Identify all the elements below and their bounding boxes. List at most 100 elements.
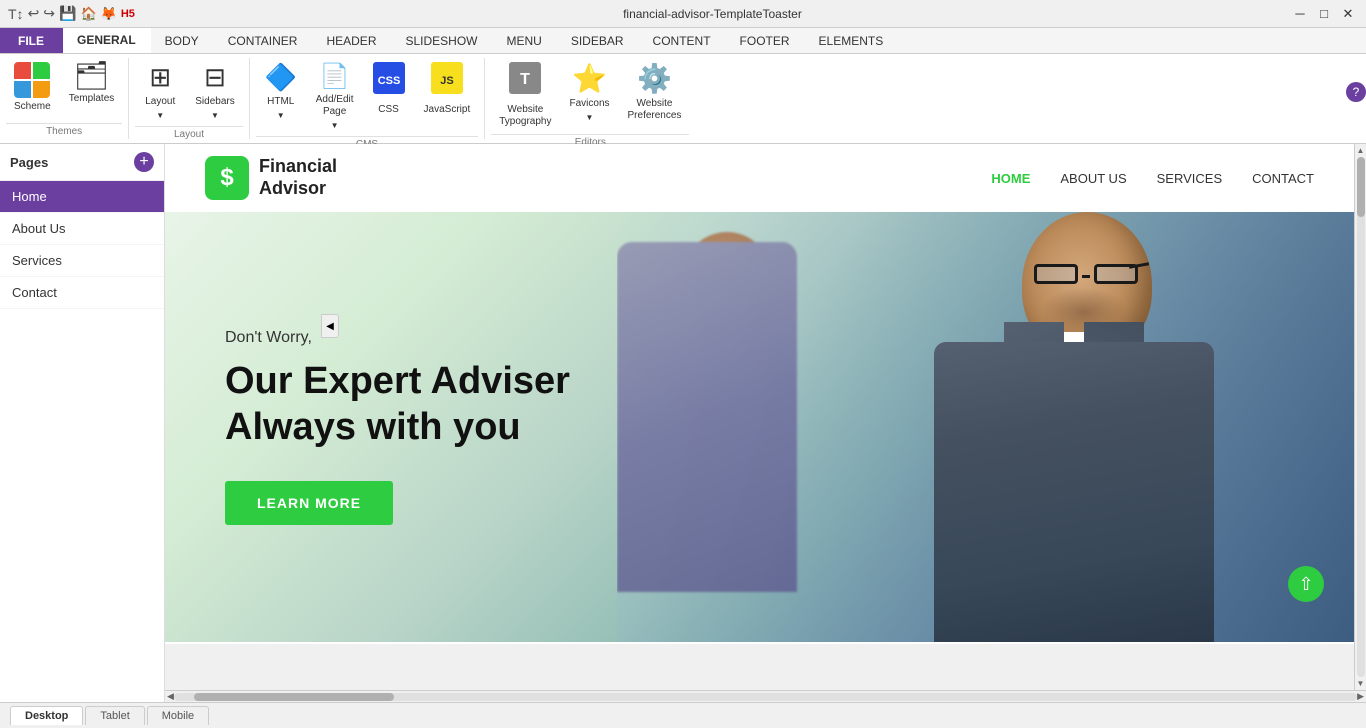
scroll-right-arrow[interactable]: ▶	[1357, 691, 1364, 702]
layout-icon: ⊞	[149, 62, 171, 93]
p1-bridge	[1082, 275, 1090, 278]
svg-text:T: T	[520, 71, 530, 88]
canvas-inner: $ FinancialAdvisor HOME ABOUT US SERVICE…	[165, 144, 1366, 690]
hero-title: Our Expert AdviserAlways with you	[225, 359, 570, 450]
js-label: JavaScript	[424, 104, 471, 116]
scheme-q4	[33, 81, 50, 98]
preferences-label: Website Preferences	[628, 98, 682, 122]
sidebar-title: Pages	[10, 155, 48, 170]
themes-group-label: Themes	[6, 123, 122, 139]
scheme-label: Scheme	[14, 101, 51, 113]
canvas-scroll[interactable]: $ FinancialAdvisor HOME ABOUT US SERVICE…	[165, 144, 1354, 690]
tab-header[interactable]: HEADER	[312, 28, 391, 53]
layout-button[interactable]: ⊞ Layout ▼	[135, 58, 185, 124]
sidebar-item-contact[interactable]: Contact	[0, 277, 164, 309]
vertical-scrollbar[interactable]: ▲ ▼	[1354, 144, 1366, 690]
layout-items: ⊞ Layout ▼ ⊟ Sidebars ▼	[135, 58, 242, 124]
close-btn[interactable]: ✕	[1338, 4, 1358, 24]
sidebars-label: Sidebars	[195, 96, 234, 108]
firefox-icon: 🦊	[101, 6, 117, 22]
add-edit-arrow: ▼	[331, 121, 339, 130]
bottom-bar: Desktop Tablet Mobile	[0, 702, 1366, 728]
p2-body	[617, 242, 797, 592]
css-label: CSS	[378, 104, 399, 116]
templates-label: Templates	[69, 93, 115, 105]
sidebar-item-services[interactable]: Services	[0, 245, 164, 277]
site-nav: HOME ABOUT US SERVICES CONTACT	[991, 171, 1314, 186]
scheme-q1	[14, 62, 31, 79]
collapse-sidebar-button[interactable]: ◀	[321, 314, 339, 338]
nav-item-home[interactable]: HOME	[991, 171, 1030, 186]
cms-items: 🔷 HTML ▼ 📄 Add/Edit Page ▼ CSS CSS	[256, 58, 479, 134]
tab-body[interactable]: BODY	[151, 28, 214, 53]
tab-footer[interactable]: FOOTER	[726, 28, 805, 53]
scroll-down-arrow[interactable]: ▼	[1357, 679, 1365, 688]
typography-button[interactable]: T Website Typography	[491, 58, 559, 132]
sidebar-item-about[interactable]: About Us	[0, 213, 164, 245]
view-tab-tablet[interactable]: Tablet	[85, 706, 144, 725]
title-bar: T↕ ↩ ↪ 💾 🏠 🦊 H5 financial-advisor-Templa…	[0, 0, 1366, 28]
tab-content[interactable]: CONTENT	[639, 28, 726, 53]
javascript-button[interactable]: JS JavaScript	[416, 58, 479, 120]
horizontal-scrollbar[interactable]: ◀ ▶	[165, 690, 1366, 702]
typography-icon: T	[509, 62, 541, 101]
p1-lens-left	[1034, 264, 1078, 284]
site-logo: $ FinancialAdvisor	[205, 156, 337, 200]
main-area: Pages + Home About Us Services Contact ◀…	[0, 144, 1366, 702]
scroll-up-arrow[interactable]: ▲	[1357, 146, 1365, 155]
tab-sidebar[interactable]: SIDEBAR	[557, 28, 639, 53]
add-edit-page-button[interactable]: 📄 Add/Edit Page ▼	[308, 58, 362, 134]
favicons-arrow: ▼	[586, 113, 594, 122]
svg-text:JS: JS	[440, 75, 453, 87]
h-scroll-track[interactable]	[174, 693, 1357, 701]
add-page-button[interactable]: +	[134, 152, 154, 172]
scroll-thumb[interactable]	[1357, 157, 1365, 217]
scheme-q2	[33, 62, 50, 79]
nav-item-contact[interactable]: CONTACT	[1252, 171, 1314, 186]
sidebars-icon: ⊟	[204, 62, 226, 93]
redo-btn[interactable]: ↪	[43, 5, 55, 22]
sidebar-header: Pages +	[0, 144, 164, 181]
scheme-button[interactable]: Scheme	[6, 58, 59, 117]
scroll-to-top-button[interactable]: ⇧	[1288, 566, 1324, 602]
hero-section: Don't Worry, Our Expert AdviserAlways wi…	[165, 212, 1354, 642]
tab-general[interactable]: GENERAL	[63, 28, 151, 53]
minimize-btn[interactable]: ─	[1290, 4, 1310, 24]
html-button[interactable]: 🔷 HTML ▼	[256, 58, 306, 124]
js-icon: JS	[431, 62, 463, 101]
scroll-left-arrow[interactable]: ◀	[167, 691, 174, 702]
nav-item-about[interactable]: ABOUT US	[1060, 171, 1126, 186]
tab-elements[interactable]: ELEMENTS	[805, 28, 899, 53]
templates-button[interactable]: 🗂 Templates	[61, 58, 123, 109]
home-btn[interactable]: 🏠	[80, 6, 96, 22]
sidebars-button[interactable]: ⊟ Sidebars ▼	[187, 58, 242, 124]
view-tab-desktop[interactable]: Desktop	[10, 706, 83, 725]
save-btn[interactable]: 💾	[59, 5, 76, 22]
tab-container[interactable]: CONTAINER	[214, 28, 313, 53]
undo-btn[interactable]: ↩	[28, 5, 40, 22]
scheme-q3	[14, 81, 31, 98]
scheme-icon	[14, 62, 50, 98]
ribbon-toolbar: Scheme 🗂 Templates Themes ⊞ Layout ▼ ⊟ S…	[0, 54, 1366, 144]
tab-file[interactable]: FILE	[0, 28, 63, 53]
ribbon-tabs: FILE GENERAL BODY CONTAINER HEADER SLIDE…	[0, 28, 1366, 54]
scroll-track[interactable]	[1357, 157, 1365, 677]
editors-group: T Website Typography ⭐ Favicons ▼ ⚙️ Web…	[485, 58, 695, 139]
help-button[interactable]: ?	[1346, 82, 1366, 102]
maximize-btn[interactable]: □	[1314, 4, 1334, 24]
view-tab-mobile[interactable]: Mobile	[147, 706, 209, 725]
favicons-button[interactable]: ⭐ Favicons ▼	[562, 58, 618, 126]
preferences-button[interactable]: ⚙️ Website Preferences	[620, 58, 690, 126]
h-scroll-thumb[interactable]	[194, 693, 394, 701]
learn-more-button[interactable]: LEARN MORE	[225, 481, 393, 525]
tab-slideshow[interactable]: SLIDESHOW	[391, 28, 492, 53]
site-header: $ FinancialAdvisor HOME ABOUT US SERVICE…	[165, 144, 1354, 212]
layout-group: ⊞ Layout ▼ ⊟ Sidebars ▼ Layout	[129, 58, 249, 139]
nav-item-services[interactable]: SERVICES	[1157, 171, 1223, 186]
favicons-label: Favicons	[570, 98, 610, 110]
tab-menu[interactable]: MENU	[493, 28, 557, 53]
html-arrow: ▼	[277, 111, 285, 120]
sidebar-item-home[interactable]: Home	[0, 181, 164, 213]
title-bar-icons: T↕ ↩ ↪ 💾 🏠 🦊 H5	[8, 5, 135, 22]
css-button[interactable]: CSS CSS	[364, 58, 414, 120]
